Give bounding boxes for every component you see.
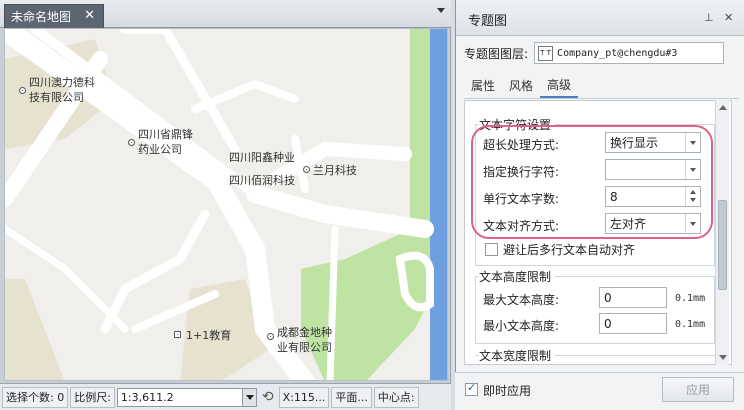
scale-combo[interactable]: 1:3,611.2 [116, 387, 257, 407]
close-icon[interactable]: ✕ [84, 8, 95, 23]
panel-footer: 即时应用 应用 [455, 372, 744, 410]
tab-properties[interactable]: 属性 [464, 72, 502, 98]
scroll-up-icon[interactable] [719, 105, 727, 110]
overlength-value: 换行显示 [610, 136, 659, 150]
poi-marker-icon[interactable] [303, 166, 310, 173]
tabs-divider [464, 98, 739, 99]
tab-advanced[interactable]: 高级 [540, 72, 579, 98]
overlength-label: 超长处理方式: [483, 138, 560, 152]
thematic-panel: 专题图 ⊥ ✕ 专题图图层: T T Company_pt@chengdu#3 … [455, 0, 744, 410]
poi-label[interactable]: 兰月科技 [313, 163, 357, 178]
coordinate-x: X:115... [278, 386, 330, 408]
chars-per-line-value: 8 [610, 189, 618, 204]
min-height-unit: 0.1mm [675, 319, 706, 330]
map-block [5, 279, 65, 380]
chars-per-line-label: 单行文本字数: [483, 192, 560, 206]
layer-row: 专题图图层: T T Company_pt@chengdu#3 [464, 42, 725, 64]
poi-marker-icon[interactable] [128, 139, 135, 146]
vertical-scrollbar[interactable] [715, 100, 729, 365]
school-marker-icon[interactable] [174, 331, 181, 338]
scroll-down-icon[interactable] [719, 355, 727, 360]
map-canvas[interactable]: 四川澳力德科 技有限公司 四川省鼎锋 药业公司 四川阳鑫种业 兰月科技 四川佰润… [4, 28, 448, 381]
align-label: 文本对齐方式: [483, 219, 560, 233]
map-window: 未命名地图 ✕ 四川澳力德科 技有限公司 四川省鼎锋 药业公司 四川阳鑫种业 兰… [0, 0, 451, 410]
scroll-thumb[interactable] [718, 200, 727, 290]
poi-marker-icon[interactable] [267, 333, 274, 340]
chevron-down-icon[interactable] [685, 160, 700, 179]
projection-button[interactable]: 平面... [331, 386, 372, 408]
text-layer-icon: T T [538, 45, 554, 61]
poi-label[interactable]: 四川省鼎锋 药业公司 [138, 127, 193, 157]
river [430, 29, 447, 380]
group-title-height-limit: 文本高度限制 [479, 268, 556, 285]
scale-label: 比例尺: [70, 386, 115, 408]
poi-marker-icon[interactable] [19, 87, 26, 94]
wrap-char-select[interactable] [605, 159, 701, 180]
panel-tabs: 属性 风格 高级 [464, 72, 579, 98]
scale-value: 1:3,611.2 [120, 390, 174, 404]
min-height-input[interactable]: 0 [599, 313, 667, 334]
tab-list-dropdown-icon[interactable] [437, 8, 445, 13]
max-height-value: 0 [604, 290, 612, 305]
min-height-label: 最小文本高度: [483, 319, 560, 333]
map-tab-title: 未命名地图 [11, 10, 72, 24]
max-height-input[interactable]: 0 [599, 287, 667, 308]
chevron-down-icon[interactable] [241, 388, 256, 406]
max-height-unit: 0.1mm [675, 293, 706, 304]
layer-field: T T Company_pt@chengdu#3 [534, 42, 725, 64]
layer-label: 专题图图层: [464, 46, 529, 61]
chars-per-line-stepper[interactable]: 8 [605, 186, 701, 207]
max-height-label: 最大文本高度: [483, 293, 560, 307]
wrap-char-label: 指定换行字符: [483, 165, 560, 179]
chevron-down-icon[interactable] [685, 133, 700, 152]
close-icon[interactable]: ✕ [724, 11, 733, 24]
pin-icon[interactable]: ⊥ [704, 11, 714, 24]
panel-header: 专题图 ⊥ ✕ [456, 0, 744, 36]
selected-count: 选择个数: 0 [2, 386, 69, 408]
instant-apply-checkbox[interactable] [465, 381, 478, 396]
poi-label[interactable]: 四川佰润科技 [229, 173, 295, 188]
chevron-down-icon[interactable] [685, 214, 700, 233]
refresh-icon[interactable]: ⟲ [259, 387, 277, 408]
overlength-select[interactable]: 换行显示 [605, 132, 701, 153]
layer-value: Company_pt@chengdu#3 [557, 47, 678, 59]
tab-style[interactable]: 风格 [502, 72, 540, 98]
panel-title: 专题图 [468, 14, 508, 29]
avoid-align-label: 避让后多行文本自动对齐 [503, 243, 636, 257]
advanced-content: 文本字符设置 超长处理方式: 换行显示 指定换行字符: 单行文本字数: 8 文本… [464, 100, 732, 365]
statusbar: 选择个数: 0 比例尺: 1:3,611.2 ⟲ X:115... 平面... … [0, 383, 451, 410]
map-tabbar: 未命名地图 ✕ [0, 0, 451, 28]
spin-arrows-icon[interactable] [685, 187, 700, 206]
poi-label[interactable]: 四川阳鑫种业 [229, 150, 295, 165]
poi-label[interactable]: 四川澳力德科 技有限公司 [29, 75, 95, 105]
instant-apply-label: 即时应用 [483, 384, 532, 398]
min-height-value: 0 [604, 316, 612, 331]
group-title-text-settings: 文本字符设置 [479, 116, 556, 133]
avoid-align-checkbox[interactable] [485, 243, 498, 256]
group-title-width-limit: 文本宽度限制 [479, 347, 556, 364]
green-strip [410, 29, 430, 234]
align-select[interactable]: 左对齐 [605, 213, 701, 234]
map-tab[interactable]: 未命名地图 ✕ [4, 4, 104, 28]
poi-label[interactable]: 成都金地种 业有限公司 [277, 325, 332, 355]
center-point-label: 中心点: [373, 386, 419, 408]
apply-button[interactable]: 应用 [662, 377, 734, 402]
align-value: 左对齐 [610, 217, 647, 231]
poi-label[interactable]: 1+1教育 [186, 328, 231, 343]
